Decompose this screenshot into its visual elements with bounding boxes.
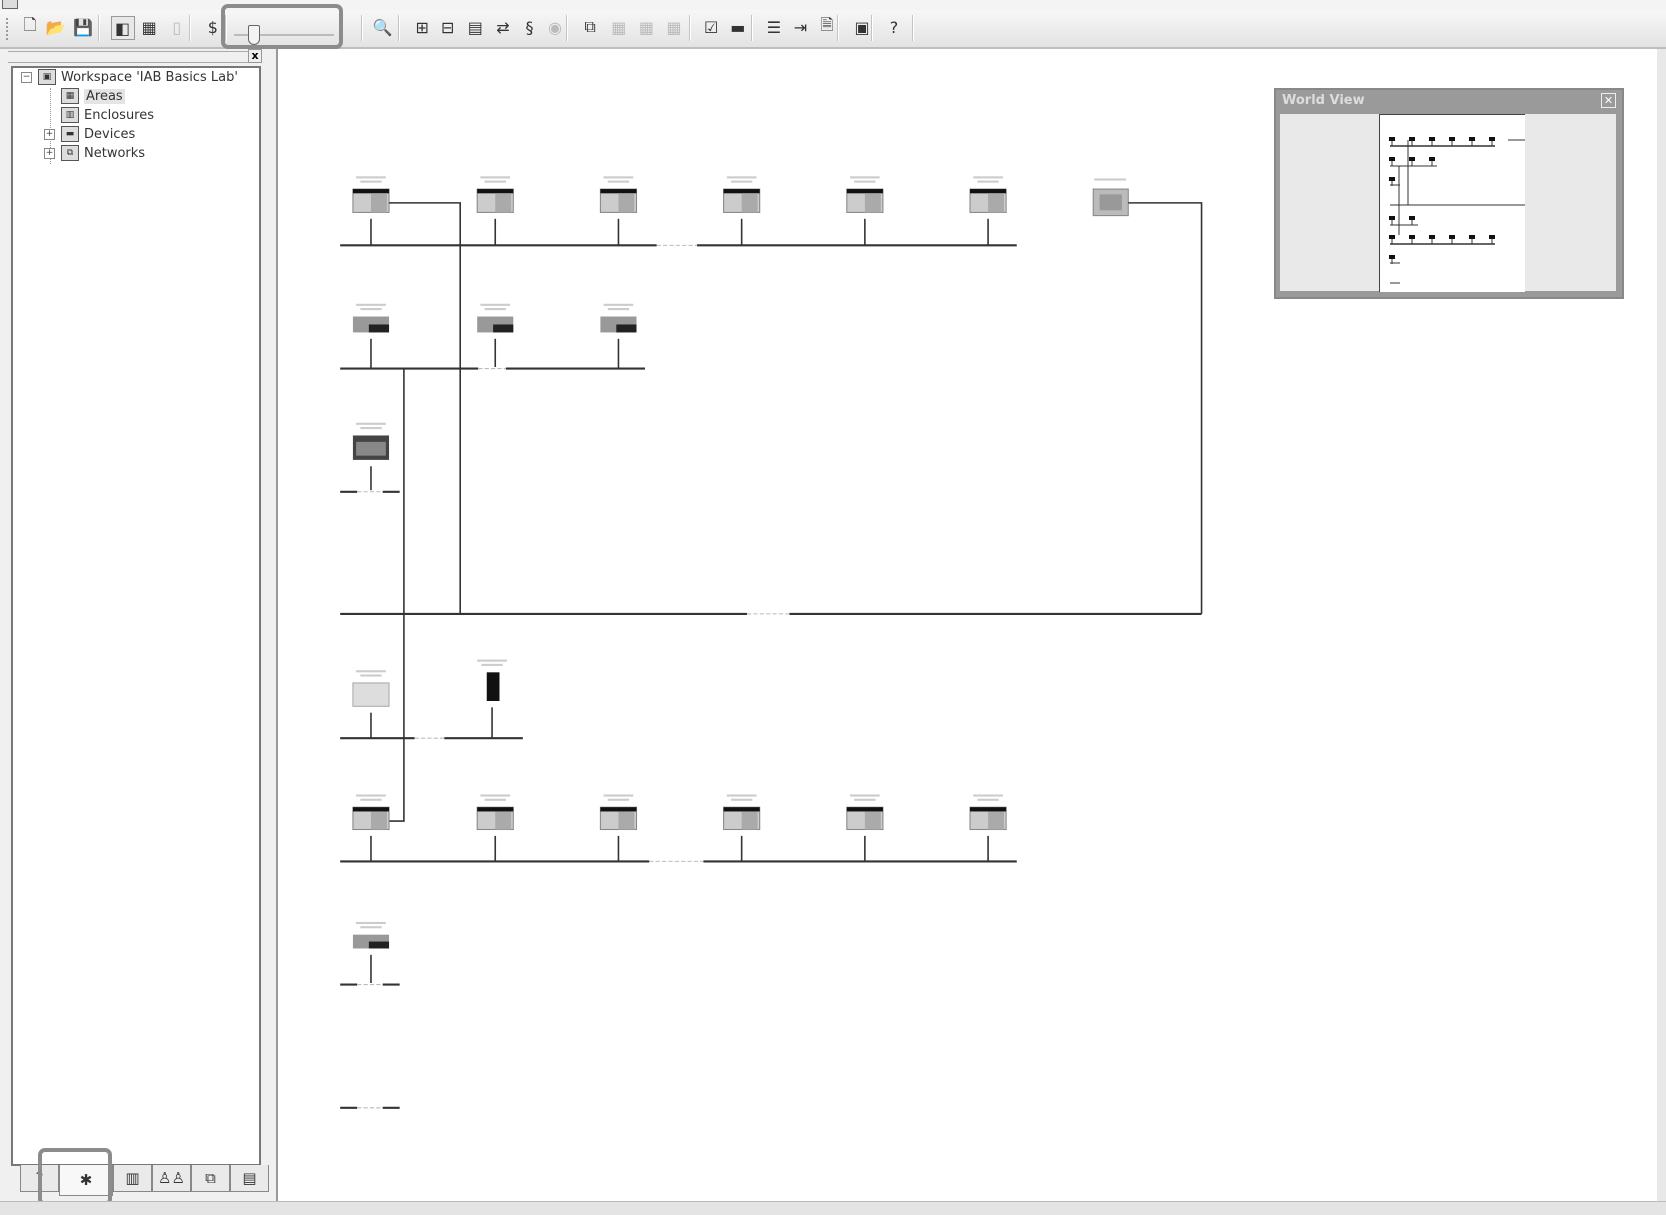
minimap-device <box>1489 235 1495 239</box>
device-label <box>973 176 1003 179</box>
io-device-module[interactable] <box>368 324 390 333</box>
world-view-body <box>1280 114 1616 292</box>
device-label <box>356 794 386 797</box>
chassis-top[interactable] <box>723 189 760 194</box>
device-label <box>360 926 382 929</box>
device-label <box>607 180 630 183</box>
connection-line <box>389 368 405 822</box>
chassis-modules[interactable] <box>864 193 881 213</box>
device-label <box>731 798 753 801</box>
chassis-top[interactable] <box>970 189 1007 194</box>
io-device-module[interactable] <box>368 941 390 949</box>
minimap-device <box>1409 235 1415 239</box>
chassis-top[interactable] <box>723 807 760 812</box>
world-view-title: World View <box>1282 93 1365 108</box>
device-label <box>356 921 386 925</box>
chassis-modules[interactable] <box>741 811 758 830</box>
io-device-module[interactable] <box>616 324 637 333</box>
chassis-top[interactable] <box>477 807 514 812</box>
minimap-device <box>1389 216 1395 220</box>
chassis-modules[interactable] <box>370 811 387 830</box>
minimap-device <box>1389 157 1395 161</box>
connection-line <box>389 202 461 614</box>
world-view-window[interactable]: World View ✕ <box>1274 88 1624 299</box>
minimap-device <box>1429 137 1435 141</box>
minimap-device <box>1409 157 1415 161</box>
chassis-modules[interactable] <box>618 811 635 830</box>
world-view-minimap <box>1389 137 1526 284</box>
device-label <box>481 663 503 666</box>
chassis-modules[interactable] <box>495 811 512 830</box>
module-device[interactable] <box>352 682 390 707</box>
minimap-device <box>1389 137 1395 141</box>
device-label <box>484 308 506 311</box>
chassis-top[interactable] <box>477 189 514 194</box>
device-label <box>607 308 630 311</box>
device-label <box>480 303 511 306</box>
hmi-screen[interactable] <box>356 441 386 456</box>
minimap-device <box>1429 157 1435 161</box>
device-label <box>356 303 386 306</box>
chassis-top[interactable] <box>600 189 637 194</box>
chassis-top[interactable] <box>600 807 637 812</box>
minimap-device <box>1469 137 1475 141</box>
device-label <box>607 798 630 801</box>
device-label <box>360 308 382 311</box>
chassis-top[interactable] <box>846 807 883 812</box>
chassis-modules[interactable] <box>618 193 635 213</box>
device-label <box>356 670 386 673</box>
minimap-device <box>1409 216 1415 220</box>
device-label <box>977 798 999 801</box>
minimap-device <box>1469 235 1475 239</box>
device-label <box>854 798 876 801</box>
device-label <box>726 794 757 797</box>
device-label <box>360 674 382 677</box>
minimap-device <box>1389 177 1395 181</box>
minimap-device <box>1389 255 1395 259</box>
minimap-device <box>1449 137 1455 141</box>
device-label <box>849 794 880 797</box>
device-label <box>977 180 999 183</box>
io-device-module[interactable] <box>493 324 514 333</box>
device-label <box>854 180 876 183</box>
device-label <box>360 180 382 183</box>
chassis-top[interactable] <box>352 189 390 194</box>
world-view-close-icon[interactable]: ✕ <box>1601 93 1616 108</box>
minimap-device <box>1389 235 1395 239</box>
device-label <box>726 176 757 179</box>
device-label <box>973 794 1003 797</box>
device-label <box>731 180 753 183</box>
device-label <box>356 176 386 179</box>
device-label <box>477 659 507 662</box>
device-label <box>356 422 386 425</box>
panelview-screen[interactable] <box>1099 194 1122 211</box>
chassis-top[interactable] <box>846 189 883 194</box>
device-label <box>603 303 634 306</box>
device-label <box>360 426 382 430</box>
device-label <box>480 794 511 797</box>
chassis-modules[interactable] <box>988 811 1005 830</box>
world-view-page[interactable] <box>1379 114 1526 292</box>
device-label <box>849 176 880 179</box>
chassis-modules[interactable] <box>741 193 758 213</box>
minimap-device <box>1409 137 1415 141</box>
chassis-modules[interactable] <box>495 193 512 213</box>
chassis-modules[interactable] <box>370 193 387 213</box>
device-label <box>1094 178 1127 181</box>
device-label <box>360 798 382 801</box>
chassis-top[interactable] <box>352 807 390 812</box>
chassis-modules[interactable] <box>988 193 1005 213</box>
device-label <box>484 798 506 801</box>
device-label <box>603 176 634 179</box>
drive-device[interactable] <box>486 672 500 701</box>
connection-line <box>1128 202 1203 614</box>
device-label <box>603 794 634 797</box>
chassis-modules[interactable] <box>864 811 881 830</box>
chassis-top[interactable] <box>970 807 1007 812</box>
minimap-device <box>1489 137 1495 141</box>
device-label <box>484 180 506 183</box>
minimap-device <box>1449 235 1455 239</box>
minimap-device <box>1429 235 1435 239</box>
device-label <box>480 176 511 179</box>
